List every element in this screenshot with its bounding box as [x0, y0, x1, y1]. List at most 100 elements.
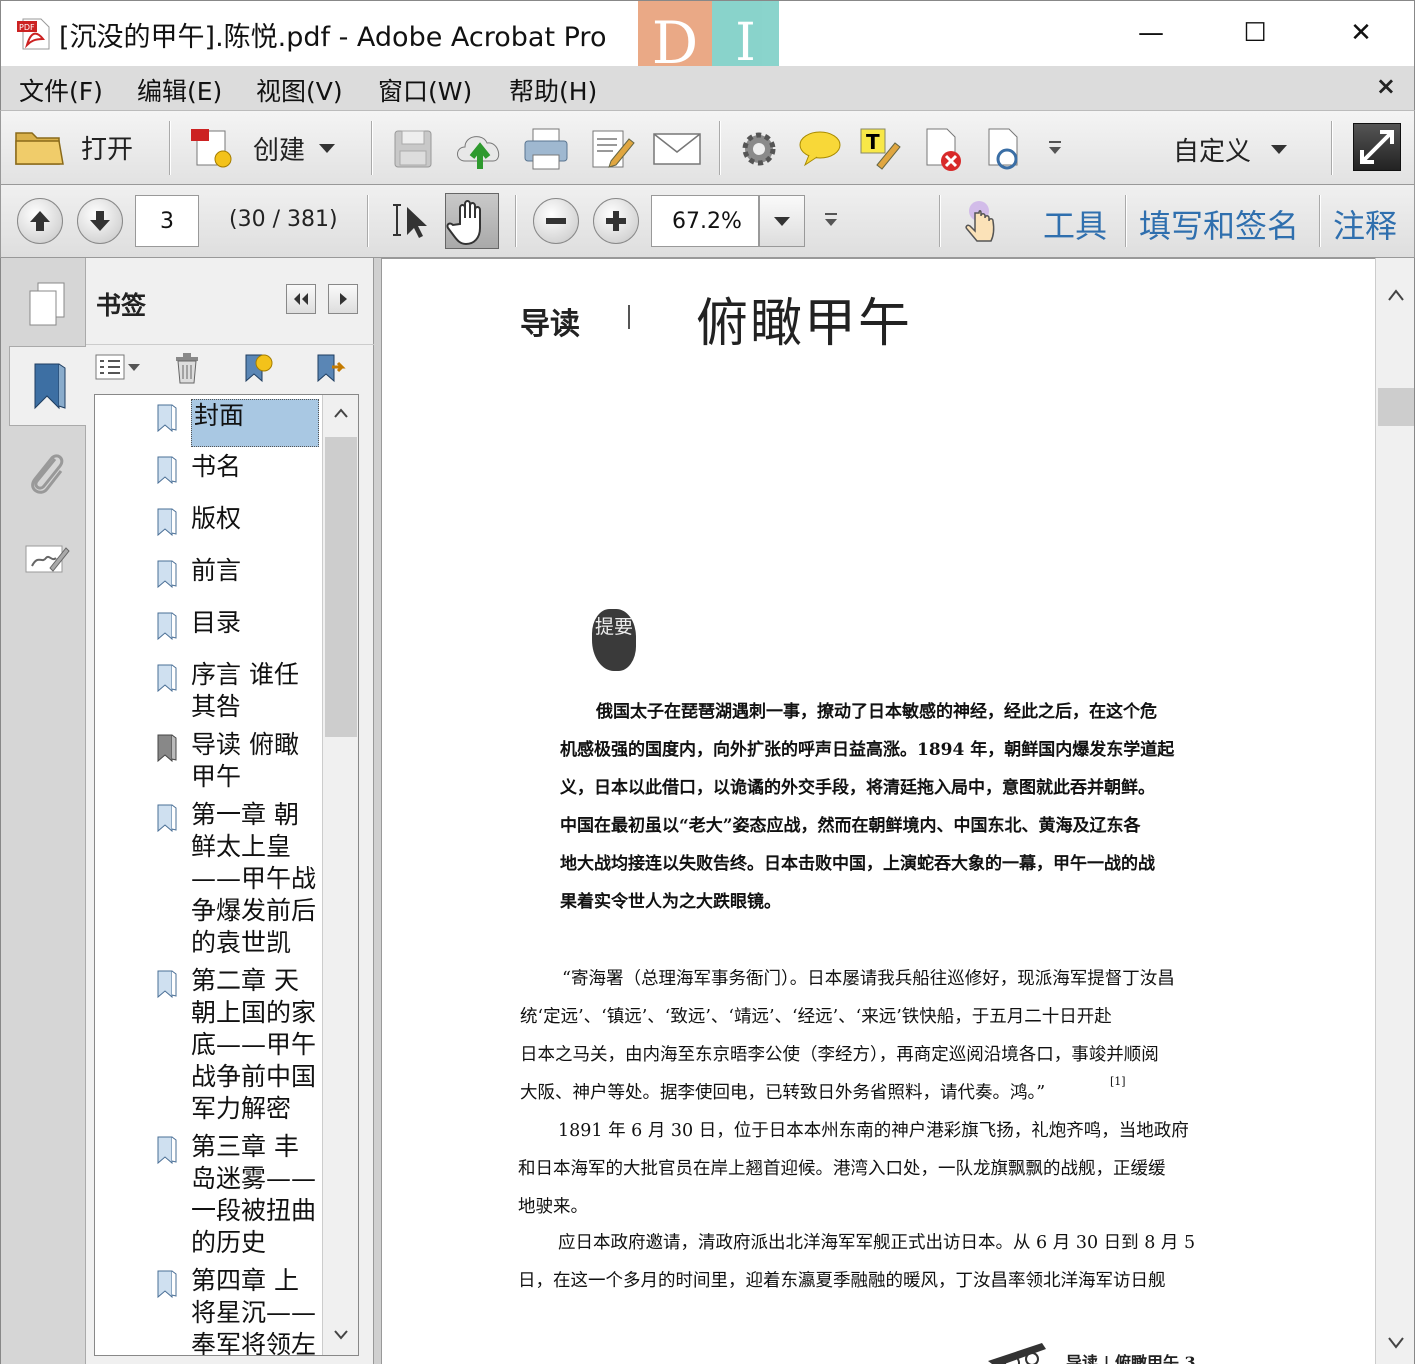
expand-bookmark-icon[interactable]	[314, 349, 348, 385]
folder-icon	[15, 132, 64, 165]
chevron-down-icon[interactable]	[333, 1329, 349, 1341]
more-nav-button[interactable]	[825, 213, 837, 226]
bookmark-icon	[157, 404, 177, 433]
abstract-stamp: 提要	[592, 609, 636, 671]
page-thumbnails-button[interactable]	[9, 264, 85, 344]
chevron-up-icon[interactable]	[1387, 288, 1405, 302]
signatures-button[interactable]	[9, 520, 85, 600]
chevron-right-icon	[340, 293, 347, 305]
zoom-in-button[interactable]	[593, 198, 639, 244]
pane-splitter[interactable]	[374, 258, 382, 1364]
bookmarks-scrollbar[interactable]	[322, 395, 358, 1355]
email-icon[interactable]	[651, 129, 703, 169]
extract-page-icon[interactable]	[983, 125, 1027, 173]
previous-page-button[interactable]	[17, 198, 63, 244]
page-number-input[interactable]: 3	[135, 195, 199, 247]
minimize-button[interactable]: —	[1121, 11, 1181, 55]
delete-page-icon[interactable]	[921, 125, 967, 173]
bookmark-label: 版权	[191, 504, 242, 533]
tools-link[interactable]: 工具	[1043, 201, 1107, 247]
create-button[interactable]: 创建	[189, 125, 336, 171]
zoom-level-input[interactable]: 67.2%	[651, 195, 759, 247]
paperclip-icon	[31, 454, 64, 494]
menu-view[interactable]: 视图(V)	[256, 72, 343, 108]
document-view[interactable]: 导读 俯瞰甲午 提要 俄国太子在琵琶湖遇刺一事，撩动了日本敏感的神经，经此之后，…	[382, 258, 1375, 1364]
page-count-label: (30 / 381)	[229, 207, 338, 232]
bookmark-label: 导读 俯瞰甲午	[191, 730, 299, 791]
full-screen-button[interactable]	[1353, 123, 1401, 171]
create-label: 创建	[253, 135, 306, 166]
create-pdf-icon	[191, 129, 232, 168]
expand-icon	[1360, 130, 1394, 164]
collapse-panel-button[interactable]	[286, 284, 316, 314]
list-options-icon	[95, 354, 125, 380]
document-scrollbar[interactable]	[1375, 258, 1415, 1364]
bookmark-label: 第一章 朝鲜太上皇——甲午战争爆发前后的袁世凯	[191, 800, 317, 957]
svg-text:T: T	[866, 130, 880, 154]
cloud-upload-icon[interactable]	[453, 125, 507, 173]
heading-divider	[628, 305, 630, 329]
open-label: 打开	[81, 134, 134, 165]
print-icon[interactable]	[521, 125, 571, 173]
bookmarks-toolbar	[86, 344, 374, 396]
panel-options-button[interactable]	[328, 284, 358, 314]
trash-icon[interactable]	[172, 351, 202, 385]
menu-file[interactable]: 文件(F)	[19, 72, 103, 108]
separator	[1125, 195, 1126, 247]
separator	[939, 195, 940, 247]
page-footer: 导读 | 俯瞰甲午 3	[1066, 1353, 1196, 1364]
hand-tool-button[interactable]	[445, 193, 499, 249]
bookmark-icon	[157, 734, 177, 763]
comment-link[interactable]: 注释	[1333, 201, 1397, 247]
touch-mode-icon[interactable]	[959, 199, 1003, 245]
zoom-dropdown-button[interactable]	[759, 195, 805, 247]
more-icon	[825, 219, 837, 226]
quote-line: 统‘定远’、‘镇远’、‘致远’、‘靖远’、‘经远’、‘来远’铁快船，于五月二十日…	[520, 1007, 1112, 1027]
bookmark-options-button[interactable]	[94, 353, 140, 381]
bookmark-icon	[34, 363, 66, 410]
close-button[interactable]: ✕	[1331, 11, 1391, 55]
menu-bar: 文件(F) 编辑(E) 视图(V) 窗口(W) 帮助(H) ×	[0, 66, 1415, 110]
customize-label: 自定义	[1173, 137, 1252, 167]
chevron-up-icon[interactable]	[333, 407, 349, 419]
save-icon[interactable]	[391, 127, 435, 171]
chevron-down-icon[interactable]	[1387, 1336, 1405, 1350]
bookmark-label: 第二章 天朝上国的家底——甲午战争前中国军力解密	[191, 966, 317, 1123]
arrow-down-icon	[90, 211, 110, 231]
comment-icon[interactable]	[797, 127, 843, 169]
new-bookmark-icon[interactable]	[242, 349, 276, 385]
edit-icon[interactable]	[589, 125, 637, 173]
bookmark-label: 目录	[191, 608, 242, 637]
bookmark-item[interactable]: 封面	[95, 399, 325, 447]
scrollbar-thumb[interactable]	[325, 437, 357, 737]
bookmark-label: 书名	[191, 452, 242, 481]
plus-icon	[606, 211, 626, 231]
bookmark-icon	[157, 664, 177, 693]
fill-sign-link[interactable]: 填写和签名	[1139, 201, 1299, 247]
abstract-line: 果着实令世人为之大跌眼镜。	[560, 892, 781, 912]
minus-icon	[546, 218, 566, 224]
body-line: 和日本海军的大批官员在岸上翘首迎候。港湾入口处，一队龙旗飘飘的战舰，正缓缓	[518, 1159, 1166, 1179]
abstract-line: 俄国太子在琵琶湖遇刺一事，撩动了日本敏感的神经，经此之后，在这个危	[596, 702, 1157, 722]
next-page-button[interactable]	[77, 198, 123, 244]
close-document-button[interactable]: ×	[1376, 72, 1396, 100]
maximize-button[interactable]: ☐	[1225, 11, 1285, 55]
body-line: 地驶来。	[518, 1197, 588, 1217]
bookmarks-button[interactable]	[9, 346, 88, 426]
chevron-down-icon	[319, 143, 336, 153]
zoom-out-button[interactable]	[533, 198, 579, 244]
gear-icon[interactable]	[737, 127, 781, 171]
menu-window[interactable]: 窗口(W)	[378, 72, 472, 108]
navigation-toolbar: 3 (30 / 381) 67.2% 工具 填写和签名 注释	[0, 185, 1415, 258]
more-tools-button[interactable]	[1049, 141, 1061, 154]
menu-edit[interactable]: 编辑(E)	[137, 72, 222, 108]
svg-text:PDF: PDF	[19, 23, 35, 32]
footnote-marker[interactable]: [1]	[1110, 1075, 1126, 1088]
customize-button[interactable]: 自定义	[1173, 131, 1288, 168]
scrollbar-thumb[interactable]	[1378, 388, 1414, 426]
menu-help[interactable]: 帮助(H)	[509, 72, 597, 108]
highlight-text-icon[interactable]: T	[857, 125, 903, 171]
open-button[interactable]: 打开	[13, 125, 133, 169]
attachments-button[interactable]	[9, 434, 85, 514]
select-tool-icon[interactable]	[391, 199, 431, 243]
